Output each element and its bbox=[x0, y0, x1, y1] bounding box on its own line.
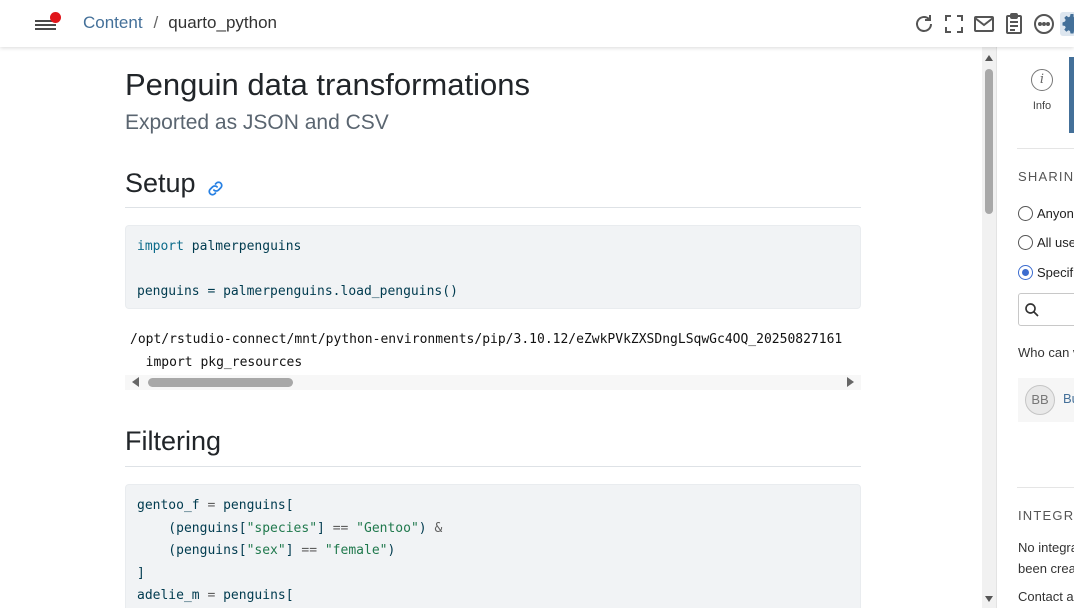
code-line: adelie_m = penguins[ bbox=[137, 588, 294, 603]
settings-icon[interactable] bbox=[1060, 12, 1074, 36]
breadcrumb-current: quarto_python bbox=[168, 13, 277, 32]
user-list-item[interactable]: BB Bu bbox=[1018, 378, 1074, 422]
radio-button-selected[interactable] bbox=[1018, 265, 1033, 280]
horizontal-scrollbar[interactable] bbox=[125, 375, 861, 390]
section-divider bbox=[125, 207, 861, 208]
section-heading-filtering: Filtering bbox=[125, 426, 221, 457]
scrollbar-thumb[interactable] bbox=[985, 69, 993, 214]
radio-label: Anyone bbox=[1037, 206, 1074, 221]
scrollbar-thumb[interactable] bbox=[148, 378, 293, 387]
integrations-text-line: No integra bbox=[1018, 540, 1074, 555]
tab-info[interactable]: i Info bbox=[1017, 67, 1067, 112]
section-heading-setup: Setup bbox=[125, 168, 225, 199]
scroll-right-arrow[interactable] bbox=[847, 377, 854, 387]
page-title: Penguin data transformations bbox=[125, 67, 530, 102]
document-vertical-scrollbar[interactable] bbox=[982, 47, 996, 608]
refresh-icon[interactable] bbox=[912, 12, 936, 36]
integrations-text-line: been creat bbox=[1018, 561, 1074, 576]
access-option-specific[interactable]: Specific bbox=[1018, 265, 1074, 280]
section-heading-text: Filtering bbox=[125, 426, 222, 456]
code-line: ] bbox=[137, 565, 145, 581]
breadcrumb-separator: / bbox=[153, 13, 159, 32]
search-icon bbox=[1025, 303, 1039, 317]
user-search-input[interactable] bbox=[1018, 293, 1074, 326]
code-block-setup: import palmerpenguins penguins = palmerp… bbox=[125, 225, 861, 309]
notification-dot bbox=[50, 12, 61, 23]
scroll-down-arrow[interactable] bbox=[985, 596, 993, 602]
access-option-all-users[interactable]: All users bbox=[1018, 235, 1074, 250]
fullscreen-icon[interactable] bbox=[942, 12, 966, 36]
email-icon[interactable] bbox=[972, 12, 996, 36]
who-can-view-label: Who can v bbox=[1018, 345, 1074, 360]
more-icon[interactable] bbox=[1032, 12, 1056, 36]
integrations-heading: INTEGRA bbox=[1018, 508, 1074, 523]
radio-button[interactable] bbox=[1018, 235, 1033, 250]
tab-access-active[interactable] bbox=[1069, 57, 1074, 133]
document-view: Penguin data transformations Exported as… bbox=[0, 47, 985, 608]
link-icon[interactable] bbox=[206, 174, 225, 196]
panel-divider bbox=[1017, 148, 1074, 149]
avatar: BB bbox=[1025, 385, 1055, 415]
code-block-filtering: gentoo_f = penguins[ (penguins["species"… bbox=[125, 484, 861, 608]
contact-text: Contact ar bbox=[1018, 589, 1074, 604]
access-option-anyone[interactable]: Anyone bbox=[1018, 206, 1074, 221]
code-line: gentoo_f = penguins[ bbox=[137, 498, 294, 513]
page-subtitle: Exported as JSON and CSV bbox=[125, 111, 389, 134]
output-line: /opt/rstudio-connect/mnt/python-environm… bbox=[130, 332, 843, 347]
section-heading-text: Setup bbox=[125, 168, 196, 198]
radio-label: Specific bbox=[1037, 265, 1074, 280]
radio-label: All users bbox=[1037, 235, 1074, 250]
top-bar: Content / quarto_python bbox=[0, 0, 1074, 47]
info-icon: i bbox=[1031, 69, 1053, 91]
code-line: penguins = palmerpenguins.load_penguins(… bbox=[137, 284, 458, 299]
code-line: (penguins["sex"] == "female") bbox=[137, 543, 396, 558]
menu-icon[interactable] bbox=[35, 12, 61, 34]
settings-panel: i Info SHARING Anyone All users Specific… bbox=[996, 47, 1074, 608]
sharing-heading: SHARING bbox=[1018, 169, 1074, 184]
code-line: import palmerpenguins bbox=[137, 239, 302, 254]
user-name-link[interactable]: Bu bbox=[1063, 391, 1074, 406]
scroll-left-arrow[interactable] bbox=[132, 377, 139, 387]
panel-divider bbox=[1017, 487, 1074, 488]
breadcrumb: Content / quarto_python bbox=[83, 13, 277, 33]
tab-info-label: Info bbox=[1032, 100, 1052, 112]
section-divider bbox=[125, 466, 861, 467]
scroll-up-arrow[interactable] bbox=[985, 55, 993, 61]
radio-button[interactable] bbox=[1018, 206, 1033, 221]
clipboard-icon[interactable] bbox=[1002, 12, 1026, 36]
output-line: import pkg_resources bbox=[130, 355, 303, 370]
code-output-setup: /opt/rstudio-connect/mnt/python-environm… bbox=[125, 328, 861, 374]
code-line: (penguins["species"] == "Gentoo") & bbox=[137, 520, 443, 536]
breadcrumb-content-link[interactable]: Content bbox=[83, 13, 143, 33]
